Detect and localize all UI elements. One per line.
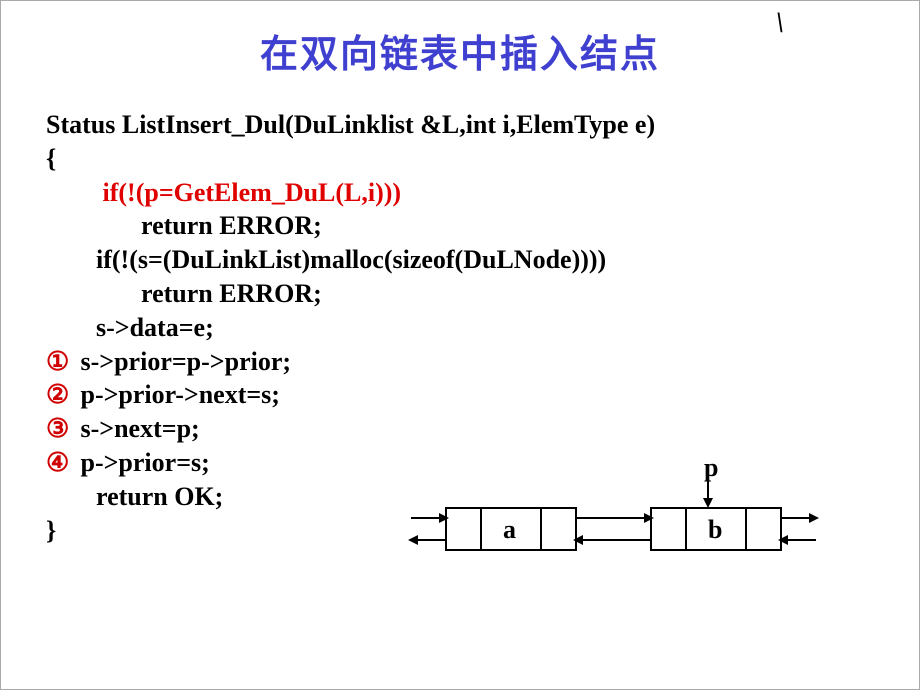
linked-list-diagram: p a b bbox=[401, 456, 901, 576]
marker-3: ③ bbox=[46, 412, 74, 446]
step-3-text: s->next=p; bbox=[74, 414, 200, 443]
code-line-2: { bbox=[46, 142, 919, 176]
code-line-1: Status ListInsert_Dul(DuLinklist &L,int … bbox=[46, 108, 919, 142]
step-2-text: p->prior->next=s; bbox=[74, 380, 280, 409]
code-step-1: ① s->prior=p->prior; bbox=[46, 345, 919, 379]
node-b-label: b bbox=[708, 515, 722, 544]
marker-1: ① bbox=[46, 345, 74, 379]
marker-2: ② bbox=[46, 378, 74, 412]
code-line-7: s->data=e; bbox=[46, 311, 919, 345]
pointer-p-label: p bbox=[704, 456, 718, 482]
code-line-5: if(!(s=(DuLinkList)malloc(sizeof(DuLNode… bbox=[46, 243, 919, 277]
step-1-text: s->prior=p->prior; bbox=[74, 347, 291, 376]
code-line-6: return ERROR; bbox=[46, 277, 919, 311]
code-line-4: return ERROR; bbox=[46, 209, 919, 243]
code-step-3: ③ s->next=p; bbox=[46, 412, 919, 446]
marker-4: ④ bbox=[46, 446, 74, 480]
code-line-3: if(!(p=GetElem_DuL(L,i))) bbox=[46, 176, 919, 210]
step-4-text: p->prior=s; bbox=[74, 448, 210, 477]
decoration-backslash: \ bbox=[776, 6, 784, 40]
code-step-2: ② p->prior->next=s; bbox=[46, 378, 919, 412]
node-a-label: a bbox=[503, 515, 516, 544]
